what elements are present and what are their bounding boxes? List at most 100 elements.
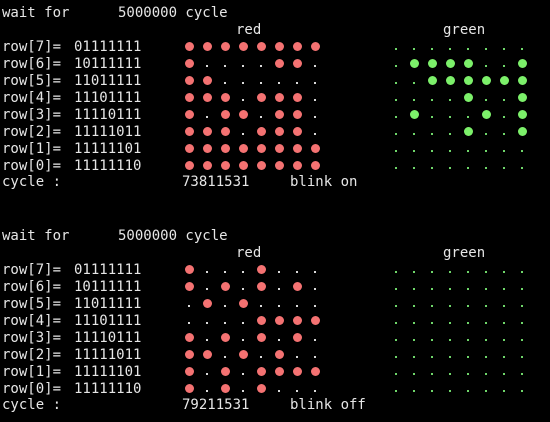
led-lit-dot	[238, 161, 248, 170]
led-lit-dot	[184, 76, 194, 85]
led-off	[216, 295, 234, 312]
led-unlit-dot	[242, 338, 244, 341]
led-unlit-dot	[431, 115, 433, 118]
led-off	[270, 278, 288, 295]
led-unlit-dot	[521, 166, 523, 169]
led-lit-dot	[274, 316, 284, 325]
led-lit-dot	[310, 42, 320, 51]
led-off	[387, 106, 405, 123]
row-value: 11111101	[74, 364, 142, 380]
led-off	[513, 278, 531, 295]
led-on	[270, 38, 288, 55]
led-lit-dot	[274, 367, 284, 376]
led-off	[306, 72, 324, 89]
led-off	[513, 295, 531, 312]
led-lit-dot	[292, 110, 302, 119]
led-off	[477, 346, 495, 363]
led-on	[423, 55, 441, 72]
led-on	[477, 72, 495, 89]
led-off	[477, 278, 495, 295]
led-unlit-dot	[431, 166, 433, 169]
led-unlit-dot	[431, 304, 433, 307]
led-off	[387, 278, 405, 295]
led-lit-dot	[202, 127, 212, 136]
row-value: 10111111	[74, 56, 142, 72]
led-unlit-dot	[242, 287, 244, 290]
led-lit-dot	[409, 110, 419, 119]
led-on	[216, 38, 234, 55]
led-lit-dot	[463, 59, 473, 68]
row-label: row[1]=	[2, 364, 62, 380]
led-off	[513, 346, 531, 363]
led-on	[216, 278, 234, 295]
led-unlit-dot	[521, 389, 523, 392]
led-off	[405, 123, 423, 140]
red-matrix-label: red	[236, 245, 262, 261]
led-unlit-dot	[413, 372, 415, 375]
led-off	[405, 38, 423, 55]
led-off	[423, 380, 441, 397]
led-on	[306, 363, 324, 380]
led-on	[234, 295, 252, 312]
led-on	[198, 295, 216, 312]
row-label: row[2]=	[2, 124, 62, 140]
led-unlit-dot	[314, 115, 316, 118]
led-on	[252, 261, 270, 278]
led-off	[252, 346, 270, 363]
led-unlit-dot	[260, 355, 262, 358]
led-unlit-dot	[485, 149, 487, 152]
led-on	[306, 312, 324, 329]
led-off	[441, 261, 459, 278]
led-off	[477, 140, 495, 157]
led-off	[405, 295, 423, 312]
led-unlit-dot	[485, 355, 487, 358]
row-label: row[4]=	[2, 90, 62, 106]
led-on	[198, 123, 216, 140]
led-unlit-dot	[485, 64, 487, 67]
led-off	[405, 363, 423, 380]
wait-label: wait for	[2, 228, 70, 244]
led-unlit-dot	[260, 115, 262, 118]
led-unlit-dot	[449, 149, 451, 152]
led-off	[441, 157, 459, 174]
led-lit-dot	[292, 42, 302, 51]
led-unlit-dot	[206, 270, 208, 273]
led-unlit-dot	[413, 132, 415, 135]
row-value: 10111111	[74, 279, 142, 295]
led-on	[180, 261, 198, 278]
led-lit-dot	[445, 76, 455, 85]
led-on	[252, 380, 270, 397]
led-on	[180, 346, 198, 363]
led-off	[441, 380, 459, 397]
led-off	[387, 295, 405, 312]
led-unlit-dot	[503, 132, 505, 135]
led-unlit-dot	[467, 389, 469, 392]
led-off	[198, 312, 216, 329]
led-off	[387, 38, 405, 55]
led-unlit-dot	[503, 355, 505, 358]
led-unlit-dot	[485, 304, 487, 307]
led-off	[459, 140, 477, 157]
led-unlit-dot	[314, 132, 316, 135]
led-unlit-dot	[278, 287, 280, 290]
led-unlit-dot	[503, 321, 505, 324]
led-on	[252, 329, 270, 346]
led-unlit-dot	[485, 166, 487, 169]
led-off	[306, 55, 324, 72]
led-off	[387, 380, 405, 397]
wait-value: 5000000 cycle	[118, 5, 228, 21]
led-on	[306, 157, 324, 174]
led-off	[387, 363, 405, 380]
led-lit-dot	[202, 350, 212, 359]
led-on	[180, 38, 198, 55]
led-lit-dot	[202, 93, 212, 102]
led-on	[198, 157, 216, 174]
led-off	[459, 278, 477, 295]
led-unlit-dot	[242, 372, 244, 375]
led-off	[441, 329, 459, 346]
led-unlit-dot	[449, 132, 451, 135]
led-on	[252, 140, 270, 157]
cycle-label: cycle :	[2, 174, 62, 190]
led-unlit-dot	[413, 355, 415, 358]
led-off	[405, 278, 423, 295]
